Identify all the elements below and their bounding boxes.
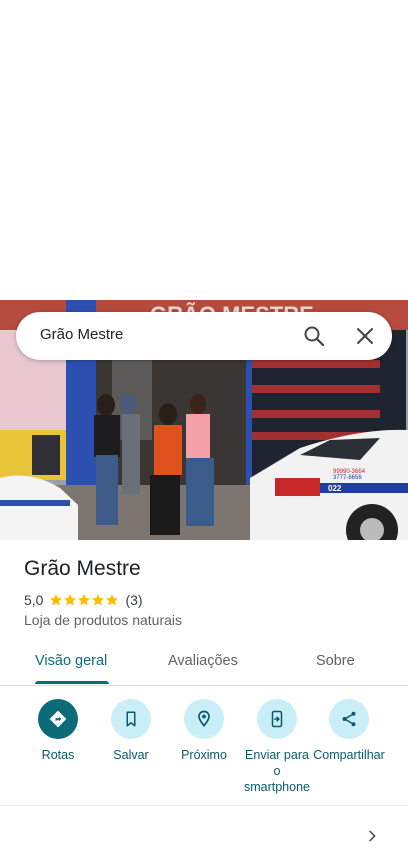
tab-indicator <box>35 681 109 684</box>
review-count: (3) <box>125 592 143 608</box>
share-icon <box>329 699 369 739</box>
car-plate-text: 022 <box>328 484 342 493</box>
chevron-right-icon[interactable] <box>364 828 380 849</box>
section-divider <box>0 805 408 806</box>
rating-value: 5,0 <box>24 592 44 608</box>
nearby-button[interactable]: Próximo <box>167 699 241 763</box>
search-icon[interactable] <box>302 324 326 348</box>
share-button[interactable]: Compartilhar <box>312 699 386 763</box>
send-to-phone-button[interactable]: Enviar para o smartphone <box>240 699 314 795</box>
send-to-phone-label: Enviar para o smartphone <box>243 748 310 794</box>
share-label: Compartilhar <box>313 748 385 762</box>
star-icon <box>78 594 91 606</box>
tab-overview[interactable]: Visão geral <box>35 653 107 669</box>
star-icon <box>106 594 119 606</box>
place-title: Grão Mestre <box>24 557 141 580</box>
bookmark-icon <box>111 699 151 739</box>
close-icon[interactable] <box>353 324 377 348</box>
rating-row[interactable]: 5,0 (3) <box>24 592 143 608</box>
directions-icon <box>38 699 78 739</box>
nearby-icon <box>184 699 224 739</box>
nearby-label: Próximo <box>181 748 227 762</box>
search-box[interactable]: Grão Mestre <box>16 312 392 360</box>
map-blank-area <box>0 0 408 300</box>
star-icon <box>64 594 77 606</box>
place-category: Loja de produtos naturais <box>24 612 182 628</box>
search-query[interactable]: Grão Mestre <box>40 326 123 343</box>
directions-label: Rotas <box>41 748 75 762</box>
star-icon <box>92 594 105 606</box>
tab-about[interactable]: Sobre <box>316 653 355 669</box>
save-button[interactable]: Salvar <box>94 699 168 763</box>
tab-bar: Visão geral Avaliações Sobre <box>0 642 408 686</box>
send-to-phone-icon <box>257 699 297 739</box>
tab-reviews[interactable]: Avaliações <box>168 653 238 669</box>
directions-button[interactable]: Rotas <box>21 699 95 763</box>
star-icon <box>50 594 63 606</box>
rating-stars <box>49 593 119 607</box>
save-label: Salvar <box>113 748 149 762</box>
car-phone-2: 3777-6656 <box>333 475 362 481</box>
